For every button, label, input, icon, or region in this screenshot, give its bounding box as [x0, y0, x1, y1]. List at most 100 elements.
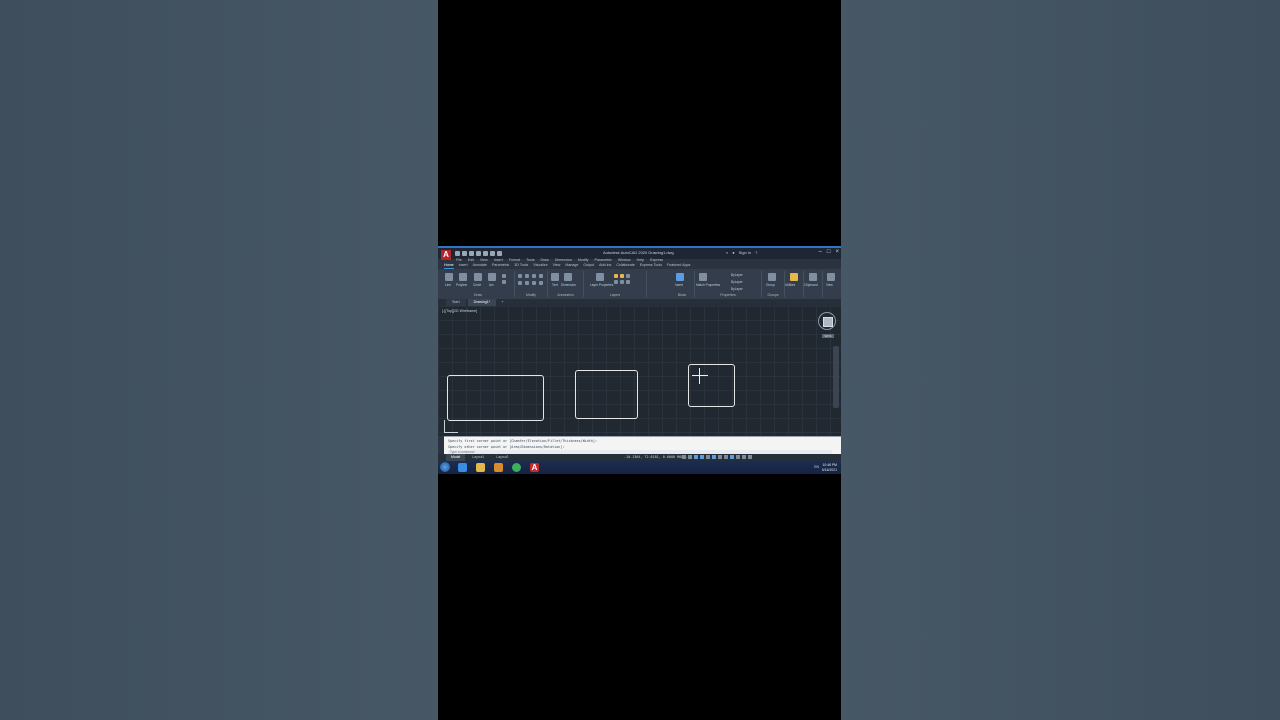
media-player-icon[interactable] — [494, 463, 503, 472]
menu-dimension[interactable]: Dimension — [555, 258, 572, 262]
view-icon[interactable] — [827, 273, 835, 281]
chrome-icon[interactable] — [512, 463, 521, 472]
rectangle-shape[interactable] — [575, 370, 638, 419]
layer-match-icon[interactable] — [614, 280, 618, 284]
viewport-controls[interactable]: [-][Top][2D Wireframe] — [442, 309, 477, 313]
menu-insert[interactable]: Insert — [494, 258, 503, 262]
menu-edit[interactable]: Edit — [468, 258, 474, 262]
open-icon[interactable] — [462, 251, 467, 256]
erase-icon[interactable] — [539, 274, 543, 278]
maximize-icon[interactable]: □ — [827, 249, 831, 255]
linetype-select[interactable]: ByLayer — [731, 280, 743, 284]
measure-icon[interactable] — [790, 273, 798, 281]
menu-parametric[interactable]: Parametric — [594, 258, 611, 262]
osnap-icon[interactable] — [706, 455, 710, 459]
system-clock[interactable]: 10:46 PM 6/16/2021 — [822, 463, 837, 472]
paste-icon[interactable] — [809, 273, 817, 281]
text-icon[interactable] — [551, 273, 559, 281]
utilities-panel: Utilities — [785, 271, 804, 297]
layer-lock-icon[interactable] — [626, 274, 630, 278]
polyline-icon[interactable] — [459, 273, 467, 281]
circle-icon[interactable] — [474, 273, 482, 281]
fillet-icon[interactable] — [532, 281, 536, 285]
doc-tab-start[interactable]: Start — [446, 299, 466, 306]
lineweight-icon[interactable] — [718, 455, 722, 459]
line-icon[interactable] — [445, 273, 453, 281]
menu-file[interactable]: File — [456, 258, 462, 262]
autocad-taskbar-icon[interactable]: A — [530, 463, 539, 472]
trim-icon[interactable] — [532, 274, 536, 278]
file-explorer-icon[interactable] — [476, 463, 485, 472]
selection-cycling-icon[interactable] — [730, 455, 734, 459]
layout-tab-layout1[interactable]: Layout1 — [467, 454, 489, 461]
ortho-icon[interactable] — [694, 455, 698, 459]
layer-iso-icon[interactable] — [620, 280, 624, 284]
sign-in-link[interactable]: Sign In — [739, 250, 751, 255]
group-icon[interactable] — [768, 273, 776, 281]
snap-icon[interactable] — [688, 455, 692, 459]
internet-explorer-icon[interactable] — [458, 463, 467, 472]
rectangle-icon[interactable] — [502, 274, 506, 278]
tray-language[interactable]: EN — [814, 465, 819, 469]
redo-icon[interactable] — [497, 251, 502, 256]
layout-tab-model[interactable]: Model — [446, 454, 466, 461]
move-icon[interactable] — [518, 274, 522, 278]
mirror-icon[interactable] — [525, 281, 529, 285]
rectangle-shape[interactable] — [447, 375, 544, 421]
menu-format[interactable]: Format — [509, 258, 520, 262]
crosshair-cursor — [692, 375, 708, 376]
wcs-menu[interactable]: WCS — [822, 334, 834, 338]
customization-icon[interactable] — [748, 455, 752, 459]
close-icon[interactable]: × — [835, 249, 839, 255]
menu-view[interactable]: View — [480, 258, 488, 262]
menu-draw[interactable]: Draw — [541, 258, 549, 262]
insert-block-icon[interactable] — [676, 273, 684, 281]
rotate-icon[interactable] — [525, 274, 529, 278]
otrack-icon[interactable] — [712, 455, 716, 459]
block-panel: Insert Block — [670, 271, 695, 297]
save-as-icon[interactable] — [476, 251, 481, 256]
start-button-icon[interactable] — [440, 462, 450, 472]
save-icon[interactable] — [469, 251, 474, 256]
drawing-canvas[interactable]: [-][Top][2D Wireframe] WCS — [438, 306, 841, 436]
minimize-icon[interactable]: – — [819, 249, 822, 255]
workspace-gear-icon[interactable] — [742, 455, 746, 459]
layer-properties-icon[interactable] — [596, 273, 604, 281]
add-tab-icon[interactable]: + — [498, 299, 506, 306]
layout-tab-layout2[interactable]: Layout2 — [491, 454, 513, 461]
autocad-logo-icon[interactable]: A — [441, 250, 451, 260]
copy-icon[interactable] — [518, 281, 522, 285]
hatch-icon[interactable] — [502, 280, 506, 284]
lineweight-select[interactable]: ByLayer — [731, 287, 743, 291]
doc-tab-drawing1[interactable]: Drawing1* — [467, 299, 497, 306]
dimension-icon[interactable] — [564, 273, 572, 281]
layer-freeze-icon[interactable] — [620, 274, 624, 278]
print-icon[interactable] — [483, 251, 488, 256]
menu-tools[interactable]: Tools — [526, 258, 534, 262]
view-panel: View — [823, 271, 839, 297]
menu-express[interactable]: Express — [650, 258, 663, 262]
layer-on-icon[interactable] — [614, 274, 618, 278]
help-icon[interactable]: ? — [755, 250, 757, 255]
undo-icon[interactable] — [490, 251, 495, 256]
explode-icon[interactable] — [539, 281, 543, 285]
menu-window[interactable]: Window — [618, 258, 631, 262]
search-icon[interactable]: ⌕ — [726, 250, 728, 255]
viewcube[interactable] — [818, 312, 836, 330]
viewcube-top-face[interactable] — [823, 317, 833, 327]
grid-icon[interactable] — [682, 455, 686, 459]
menu-modify[interactable]: Modify — [578, 258, 589, 262]
navigation-bar[interactable] — [833, 346, 839, 408]
polyline-tool-label: Polyline — [456, 283, 468, 287]
arc-icon[interactable] — [488, 273, 496, 281]
annotation-scale-icon[interactable] — [736, 455, 740, 459]
color-select[interactable]: ByLayer — [731, 273, 743, 277]
menu-help[interactable]: Help — [637, 258, 644, 262]
new-icon[interactable] — [455, 251, 460, 256]
rectangle-shape[interactable] — [688, 364, 735, 407]
polar-icon[interactable] — [700, 455, 704, 459]
transparency-icon[interactable] — [724, 455, 728, 459]
match-properties-icon[interactable] — [699, 273, 707, 281]
annotation-panel-label: Annotation — [557, 293, 574, 297]
layer-previous-icon[interactable] — [626, 280, 630, 284]
